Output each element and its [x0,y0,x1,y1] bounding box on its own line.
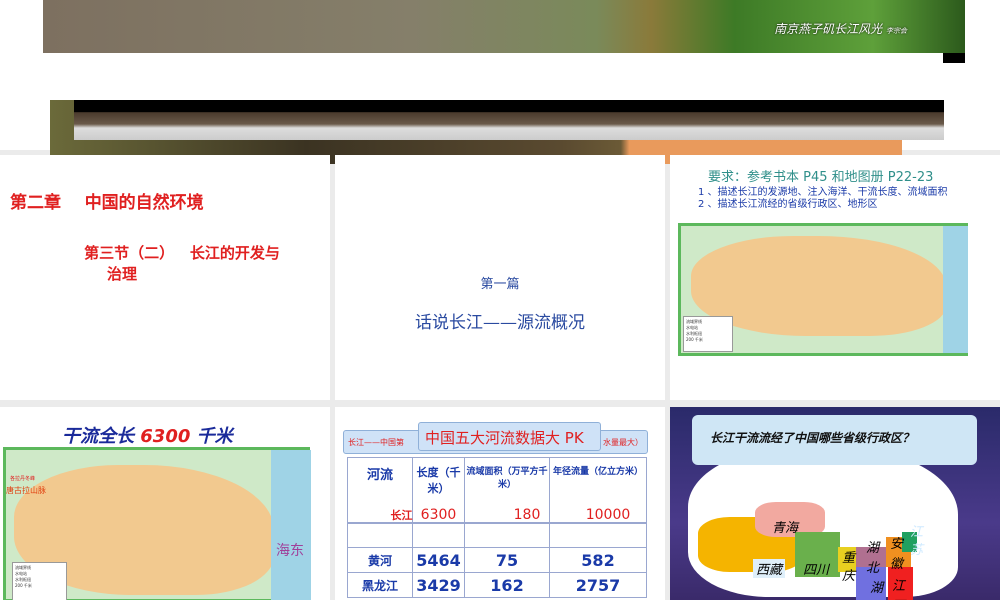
question-bubble: 长江干流流经了中国哪些省级行政区？ [692,415,977,465]
province-label: 青海 [772,521,799,536]
peak-label: 各拉丹冬峰 [10,476,36,482]
slide-thumbnail-2[interactable]: 第一篇 话说长江——源流概况 [335,155,665,400]
province-label: 重庆 [842,551,856,584]
chapter-title: 第二章 中国的自然环境 [10,193,204,213]
map-legend: 流域界线 水电站 水利枢纽 200 千米 [683,316,733,352]
photo-caption: 南京燕子矶长江风光 李宗会 [774,22,907,36]
province-label: 江西 [892,579,906,600]
province-label: 安徽 [890,537,904,572]
province-label: 湖北 [866,541,880,576]
title-banner: 中国五大河流数据大 PK [418,422,601,451]
province-label: 西藏 [753,559,786,578]
slide-thumbnail-3[interactable]: 要求：参考书本 P45 和地图册 P22-23 1 、描述长江的发源地、注入海洋… [670,155,1000,400]
list-item: 2 、描述长江流经的省级行政区、地形区 [698,199,878,210]
table-row: 黄河 5464 75 582 [347,547,647,573]
table-row: 黑龙江 3429 162 2757 [347,572,647,598]
slide-thumbnail-5[interactable]: 长江——中国第 水量最大） 中国五大河流数据大 PK 河流 长度（千米） 流域面积… [335,407,665,600]
map-legend: 流域界线 水电站 水利枢纽 200 千米 [12,562,67,600]
part-label: 第一篇 [480,277,520,292]
mountain-label: 唐古拉山脉 [6,486,46,495]
slide-thumbnail-4[interactable]: 干流全长 6300 千米 各拉丹冬峰 唐古拉山脉 海东 流域界线 水电站 水利枢纽 2… [0,407,330,600]
section-title: 第三节（二） 长江的开发与 治理 [84,244,280,283]
requirement-list: 1 、描述长江的发源地、注入海洋、干流长度、流域面积 2 、描述长江流经的省级行… [698,187,948,211]
slide-title: 话说长江——源流概况 [415,313,585,333]
sea-label: 海东 [276,543,304,559]
yangtze-basin-map: 流域界线 水电站 水利枢纽 200 千米 [678,223,968,356]
question-text: 长江干流流经了中国哪些省级行政区？ [710,431,915,445]
yangtze-photo[interactable]: 南京燕子矶长江风光 李宗会 [43,0,965,53]
province-label: 湖南 [870,581,884,596]
photo-layer [74,100,944,140]
table-row: 长江 6300 180 10000 [390,507,631,523]
province-label: 江苏 [910,525,924,558]
province-label: 四川 [803,563,830,578]
slide-thumbnail-1[interactable]: 第二章 中国的自然环境 第三节（二） 长江的开发与 治理 [0,155,330,400]
list-item: 1 、描述长江的发源地、注入海洋、干流长度、流域面积 [698,187,948,198]
province-label: 上海 [935,543,949,576]
requirement-text: 要求：参考书本 P45 和地图册 P22-23 [708,170,934,185]
yangtze-basin-map: 各拉丹冬峰 唐古拉山脉 海东 流域界线 水电站 水利枢纽 200 千米 [3,447,311,600]
river-data-table: 河流 长度（千米） 流域面积（万平方千米） 年径流量（亿立方米） 长江 6300 1… [347,457,647,598]
previous-slide-area: 南京燕子矶长江风光 李宗会 [0,0,1000,164]
slide-title: 干流全长 6300 千米 [62,426,233,447]
slide-thumbnail-6[interactable]: 长江干流流经了中国哪些省级行政区？ 青海 西藏 四川 重庆 湖北 湖南 安徽 江… [670,407,1000,600]
table-row [347,523,647,548]
